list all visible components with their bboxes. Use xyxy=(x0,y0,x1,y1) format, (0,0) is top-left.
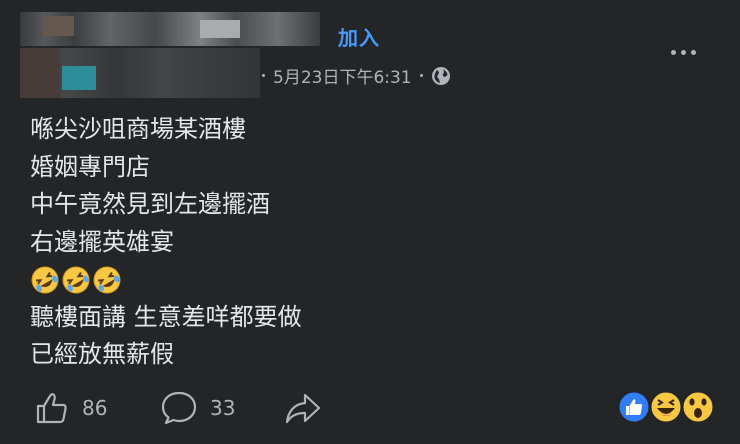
separator-dot xyxy=(262,74,265,77)
rolling-laughing-emoji-icon xyxy=(62,266,90,294)
globe-icon xyxy=(431,66,450,85)
post-line: 聽樓面講 生意差咩都要做 xyxy=(30,302,302,331)
join-group-link[interactable]: 加入 xyxy=(338,22,380,51)
share-icon xyxy=(285,393,321,424)
post-line: 右邊擺英雄宴 xyxy=(30,227,174,256)
comment-count: 33 xyxy=(210,396,236,420)
like-button[interactable]: 86 xyxy=(34,390,107,426)
comment-icon xyxy=(161,391,197,425)
more-dot xyxy=(670,49,676,55)
comment-button[interactable]: 33 xyxy=(160,390,235,426)
reactions-summary[interactable] xyxy=(616,390,716,424)
blurred-author-avatar[interactable] xyxy=(20,48,260,98)
emoji-line xyxy=(30,261,302,299)
separator-dot xyxy=(419,74,423,77)
haha-reaction-icon xyxy=(649,390,683,424)
rolling-laughing-emoji-icon xyxy=(31,266,59,294)
more-options-button[interactable] xyxy=(666,40,700,64)
post-timestamp[interactable]: 5月23日下午6:31 xyxy=(273,63,412,88)
thumbs-up-icon xyxy=(36,393,67,424)
post-card: 加入 5月23日下午6:31 喺尖沙咀商場某酒樓 婚姻專門店 中午竟然見到左邊擺… xyxy=(0,0,740,444)
share-button[interactable] xyxy=(284,390,322,426)
post-line: 已經放無薪假 xyxy=(30,340,174,368)
rolling-laughing-emoji-icon xyxy=(93,266,121,294)
like-count: 86 xyxy=(82,396,108,420)
wow-reaction-icon xyxy=(681,390,715,424)
more-dot xyxy=(690,49,696,55)
post-text: 喺尖沙咀商場某酒樓 婚姻專門店 中午竟然見到左邊擺酒 右邊擺英雄宴 聽樓面講 生… xyxy=(30,111,302,374)
like-reaction-icon xyxy=(617,390,651,424)
more-dot xyxy=(680,49,686,55)
post-meta: 5月23日下午6:31 xyxy=(262,63,451,88)
post-line: 喺尖沙咀商場某酒樓 xyxy=(30,115,246,143)
post-line: 中午竟然見到左邊擺酒 xyxy=(30,190,270,218)
blurred-group-name[interactable] xyxy=(20,12,320,46)
post-line: 婚姻專門店 xyxy=(30,152,150,181)
